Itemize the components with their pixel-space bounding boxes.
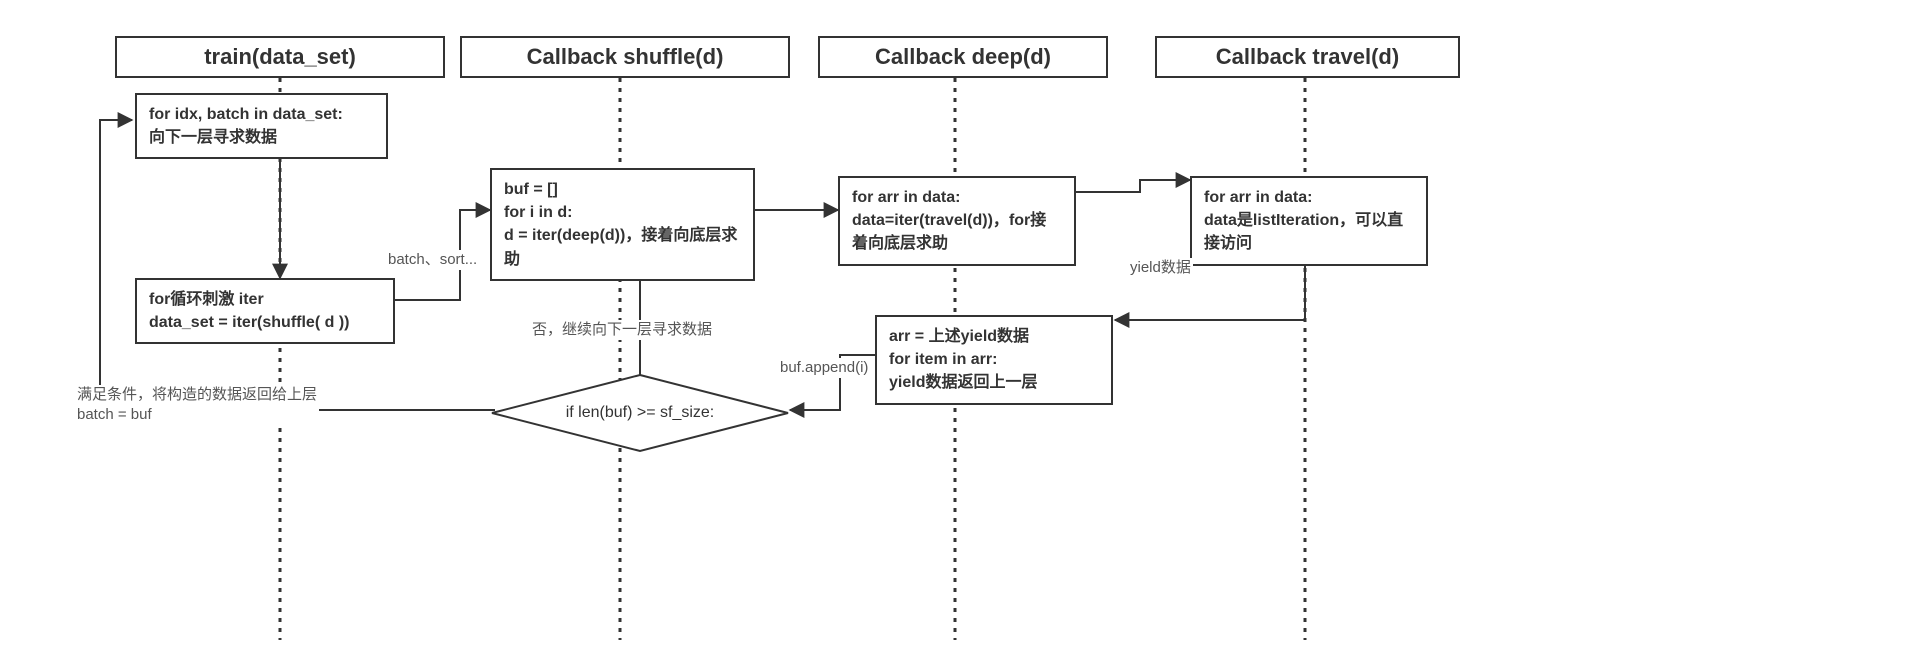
box-deep-yield: arr = 上述yield数据 for item in arr: yield数据… [875,315,1113,405]
box-train-loop-l1: for idx, batch in data_set: [149,103,374,126]
box-shuffle-buf-l3a: d = iter(deep(d))， [504,227,641,244]
lane-title-deep-label: Callback deep(d) [875,44,1051,70]
annotation-batch-sort: batch、sort... [386,250,479,270]
annotation-yes-branch-l1: 满足条件，将构造的数据返回给上层 [77,386,317,403]
box-train-loop-l2: 向下一层寻求数据 [149,126,374,149]
box-deep-yield-l3: yield数据返回上一层 [889,371,1099,394]
decision-label: if len(buf) >= sf_size: [566,404,715,422]
box-train-iter-l1: for循环刺激 iter [149,288,381,311]
lane-title-travel: Callback travel(d) [1155,36,1460,78]
box-travel-loop-l1: for arr in data: [1204,186,1414,209]
lane-title-train-label: train(data_set) [204,44,356,70]
box-shuffle-buf-l1: buf = [] [504,178,741,201]
box-shuffle-buf: buf = [] for i in d: d = iter(deep(d))，接… [490,168,755,281]
annotation-yes-branch: 满足条件，将构造的数据返回给上层 batch = buf [75,385,319,426]
box-deep-yield-l2: for item in arr: [889,348,1099,371]
box-travel-loop-l2a: data是listIteration， [1204,212,1355,229]
box-shuffle-buf-l2: for i in d: [504,201,741,224]
box-deep-loop: for arr in data: data=iter(travel(d))，fo… [838,176,1076,266]
annotation-yes-branch-l2: batch = buf [77,406,152,423]
decision-buf-size: if len(buf) >= sf_size: [490,373,790,453]
annotation-no-branch: 否，继续向下一层寻求数据 [530,320,714,340]
box-train-iter: for循环刺激 iter data_set = iter(shuffle( d … [135,278,395,344]
box-deep-loop-l2a: data=iter(travel(d))， [852,212,1009,229]
lane-title-train: train(data_set) [115,36,445,78]
box-train-loop: for idx, batch in data_set: 向下一层寻求数据 [135,93,388,159]
lane-title-shuffle-label: Callback shuffle(d) [527,44,724,70]
box-deep-loop-l1: for arr in data: [852,186,1062,209]
lane-title-shuffle: Callback shuffle(d) [460,36,790,78]
annotation-buf-append: buf.append(i) [778,358,870,378]
box-train-iter-l2: data_set = iter(shuffle( d )) [149,311,381,334]
annotation-yield-data: yield数据 [1128,258,1193,278]
box-travel-loop: for arr in data: data是listIteration，可以直接… [1190,176,1428,266]
lane-title-deep: Callback deep(d) [818,36,1108,78]
box-deep-yield-l1: arr = 上述yield数据 [889,325,1099,348]
lane-title-travel-label: Callback travel(d) [1216,44,1399,70]
